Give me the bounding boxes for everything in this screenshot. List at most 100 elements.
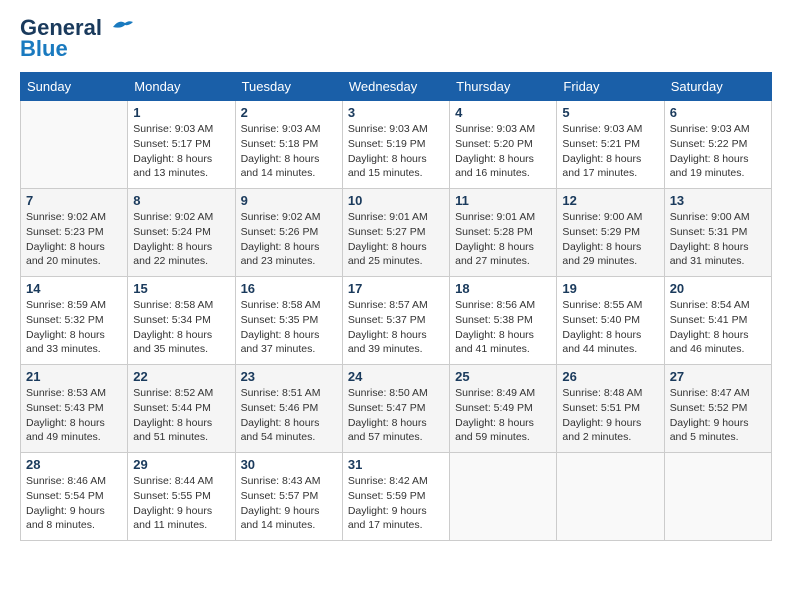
logo-bird-icon [111, 16, 133, 40]
calendar-cell [664, 453, 771, 541]
day-number: 14 [26, 281, 122, 296]
calendar-week-row: 28 Sunrise: 8:46 AMSunset: 5:54 PMDayligh… [21, 453, 772, 541]
day-number: 11 [455, 193, 551, 208]
day-info: Sunrise: 8:54 AMSunset: 5:41 PMDaylight:… [670, 298, 766, 357]
logo-blue-text: Blue [20, 36, 68, 62]
day-number: 7 [26, 193, 122, 208]
day-info: Sunrise: 8:55 AMSunset: 5:40 PMDaylight:… [562, 298, 658, 357]
calendar-cell: 6 Sunrise: 9:03 AMSunset: 5:22 PMDaylight… [664, 101, 771, 189]
day-info: Sunrise: 9:03 AMSunset: 5:17 PMDaylight:… [133, 122, 229, 181]
calendar-cell: 22 Sunrise: 8:52 AMSunset: 5:44 PMDayligh… [128, 365, 235, 453]
day-number: 22 [133, 369, 229, 384]
calendar-cell: 18Sunrise: 8:56 AMSunset: 5:38 PMDayligh… [450, 277, 557, 365]
calendar-cell: 5 Sunrise: 9:03 AMSunset: 5:21 PMDaylight… [557, 101, 664, 189]
day-number: 30 [241, 457, 337, 472]
day-info: Sunrise: 9:01 AMSunset: 5:28 PMDaylight:… [455, 210, 551, 269]
calendar-cell: 7 Sunrise: 9:02 AMSunset: 5:23 PMDaylight… [21, 189, 128, 277]
calendar-cell: 25 Sunrise: 8:49 AMSunset: 5:49 PMDayligh… [450, 365, 557, 453]
day-number: 3 [348, 105, 444, 120]
calendar-cell: 13 Sunrise: 9:00 AMSunset: 5:31 PMDayligh… [664, 189, 771, 277]
day-number: 2 [241, 105, 337, 120]
day-number: 12 [562, 193, 658, 208]
day-number: 17 [348, 281, 444, 296]
day-info: Sunrise: 9:03 AMSunset: 5:22 PMDaylight:… [670, 122, 766, 181]
day-number: 28 [26, 457, 122, 472]
day-info: Sunrise: 8:43 AMSunset: 5:57 PMDaylight:… [241, 474, 337, 533]
day-info: Sunrise: 8:51 AMSunset: 5:46 PMDaylight:… [241, 386, 337, 445]
calendar-cell: 24Sunrise: 8:50 AMSunset: 5:47 PMDayligh… [342, 365, 449, 453]
day-number: 23 [241, 369, 337, 384]
day-number: 5 [562, 105, 658, 120]
logo: General Blue [20, 16, 133, 62]
calendar-cell: 21 Sunrise: 8:53 AMSunset: 5:43 PMDayligh… [21, 365, 128, 453]
calendar-cell: 15Sunrise: 8:58 AMSunset: 5:34 PMDayligh… [128, 277, 235, 365]
calendar-cell: 16Sunrise: 8:58 AMSunset: 5:35 PMDayligh… [235, 277, 342, 365]
calendar-cell: 14Sunrise: 8:59 AMSunset: 5:32 PMDayligh… [21, 277, 128, 365]
weekday-header-tuesday: Tuesday [235, 73, 342, 101]
calendar-week-row: 7 Sunrise: 9:02 AMSunset: 5:23 PMDaylight… [21, 189, 772, 277]
day-info: Sunrise: 9:03 AMSunset: 5:19 PMDaylight:… [348, 122, 444, 181]
weekday-header-thursday: Thursday [450, 73, 557, 101]
day-info: Sunrise: 8:52 AMSunset: 5:44 PMDaylight:… [133, 386, 229, 445]
weekday-header-friday: Friday [557, 73, 664, 101]
day-number: 1 [133, 105, 229, 120]
calendar-cell: 19 Sunrise: 8:55 AMSunset: 5:40 PMDayligh… [557, 277, 664, 365]
day-number: 29 [133, 457, 229, 472]
calendar-cell: 26 Sunrise: 8:48 AMSunset: 5:51 PMDayligh… [557, 365, 664, 453]
day-info: Sunrise: 8:50 AMSunset: 5:47 PMDaylight:… [348, 386, 444, 445]
calendar-cell: 23 Sunrise: 8:51 AMSunset: 5:46 PMDayligh… [235, 365, 342, 453]
day-number: 19 [562, 281, 658, 296]
day-info: Sunrise: 8:57 AMSunset: 5:37 PMDaylight:… [348, 298, 444, 357]
day-number: 4 [455, 105, 551, 120]
calendar-cell: 28 Sunrise: 8:46 AMSunset: 5:54 PMDayligh… [21, 453, 128, 541]
day-info: Sunrise: 9:00 AMSunset: 5:31 PMDaylight:… [670, 210, 766, 269]
calendar-cell [557, 453, 664, 541]
day-info: Sunrise: 8:56 AMSunset: 5:38 PMDaylight:… [455, 298, 551, 357]
day-info: Sunrise: 9:02 AMSunset: 5:26 PMDaylight:… [241, 210, 337, 269]
calendar-cell: 30 Sunrise: 8:43 AMSunset: 5:57 PMDayligh… [235, 453, 342, 541]
calendar-cell: 12Sunrise: 9:00 AMSunset: 5:29 PMDayligh… [557, 189, 664, 277]
calendar-cell: 11 Sunrise: 9:01 AMSunset: 5:28 PMDayligh… [450, 189, 557, 277]
calendar-cell: 27Sunrise: 8:47 AMSunset: 5:52 PMDayligh… [664, 365, 771, 453]
day-number: 8 [133, 193, 229, 208]
day-number: 25 [455, 369, 551, 384]
day-info: Sunrise: 9:01 AMSunset: 5:27 PMDaylight:… [348, 210, 444, 269]
page-container: General Blue SundayMondayTuesdayWednesda… [0, 0, 792, 551]
day-info: Sunrise: 8:49 AMSunset: 5:49 PMDaylight:… [455, 386, 551, 445]
calendar-cell: 20Sunrise: 8:54 AMSunset: 5:41 PMDayligh… [664, 277, 771, 365]
day-info: Sunrise: 8:47 AMSunset: 5:52 PMDaylight:… [670, 386, 766, 445]
calendar-cell: 8 Sunrise: 9:02 AMSunset: 5:24 PMDaylight… [128, 189, 235, 277]
day-info: Sunrise: 8:42 AMSunset: 5:59 PMDaylight:… [348, 474, 444, 533]
calendar-cell: 9Sunrise: 9:02 AMSunset: 5:26 PMDaylight… [235, 189, 342, 277]
day-info: Sunrise: 8:58 AMSunset: 5:35 PMDaylight:… [241, 298, 337, 357]
calendar-week-row: 14Sunrise: 8:59 AMSunset: 5:32 PMDayligh… [21, 277, 772, 365]
calendar-cell: 17 Sunrise: 8:57 AMSunset: 5:37 PMDayligh… [342, 277, 449, 365]
calendar-cell: 3 Sunrise: 9:03 AMSunset: 5:19 PMDaylight… [342, 101, 449, 189]
calendar-cell [21, 101, 128, 189]
day-info: Sunrise: 8:46 AMSunset: 5:54 PMDaylight:… [26, 474, 122, 533]
weekday-header-monday: Monday [128, 73, 235, 101]
calendar-cell [450, 453, 557, 541]
calendar-table: SundayMondayTuesdayWednesdayThursdayFrid… [20, 72, 772, 541]
calendar-cell: 2 Sunrise: 9:03 AMSunset: 5:18 PMDaylight… [235, 101, 342, 189]
day-number: 13 [670, 193, 766, 208]
calendar-week-row: 21 Sunrise: 8:53 AMSunset: 5:43 PMDayligh… [21, 365, 772, 453]
day-number: 10 [348, 193, 444, 208]
day-info: Sunrise: 8:53 AMSunset: 5:43 PMDaylight:… [26, 386, 122, 445]
header: General Blue [20, 16, 772, 62]
weekday-header-sunday: Sunday [21, 73, 128, 101]
day-number: 26 [562, 369, 658, 384]
calendar-cell: 4 Sunrise: 9:03 AMSunset: 5:20 PMDaylight… [450, 101, 557, 189]
day-info: Sunrise: 9:02 AMSunset: 5:23 PMDaylight:… [26, 210, 122, 269]
calendar-cell: 31 Sunrise: 8:42 AMSunset: 5:59 PMDayligh… [342, 453, 449, 541]
day-info: Sunrise: 9:03 AMSunset: 5:18 PMDaylight:… [241, 122, 337, 181]
day-number: 6 [670, 105, 766, 120]
day-info: Sunrise: 8:48 AMSunset: 5:51 PMDaylight:… [562, 386, 658, 445]
day-info: Sunrise: 9:03 AMSunset: 5:20 PMDaylight:… [455, 122, 551, 181]
day-info: Sunrise: 9:03 AMSunset: 5:21 PMDaylight:… [562, 122, 658, 181]
day-number: 21 [26, 369, 122, 384]
day-info: Sunrise: 8:44 AMSunset: 5:55 PMDaylight:… [133, 474, 229, 533]
day-number: 31 [348, 457, 444, 472]
calendar-cell: 10 Sunrise: 9:01 AMSunset: 5:27 PMDayligh… [342, 189, 449, 277]
day-info: Sunrise: 9:02 AMSunset: 5:24 PMDaylight:… [133, 210, 229, 269]
